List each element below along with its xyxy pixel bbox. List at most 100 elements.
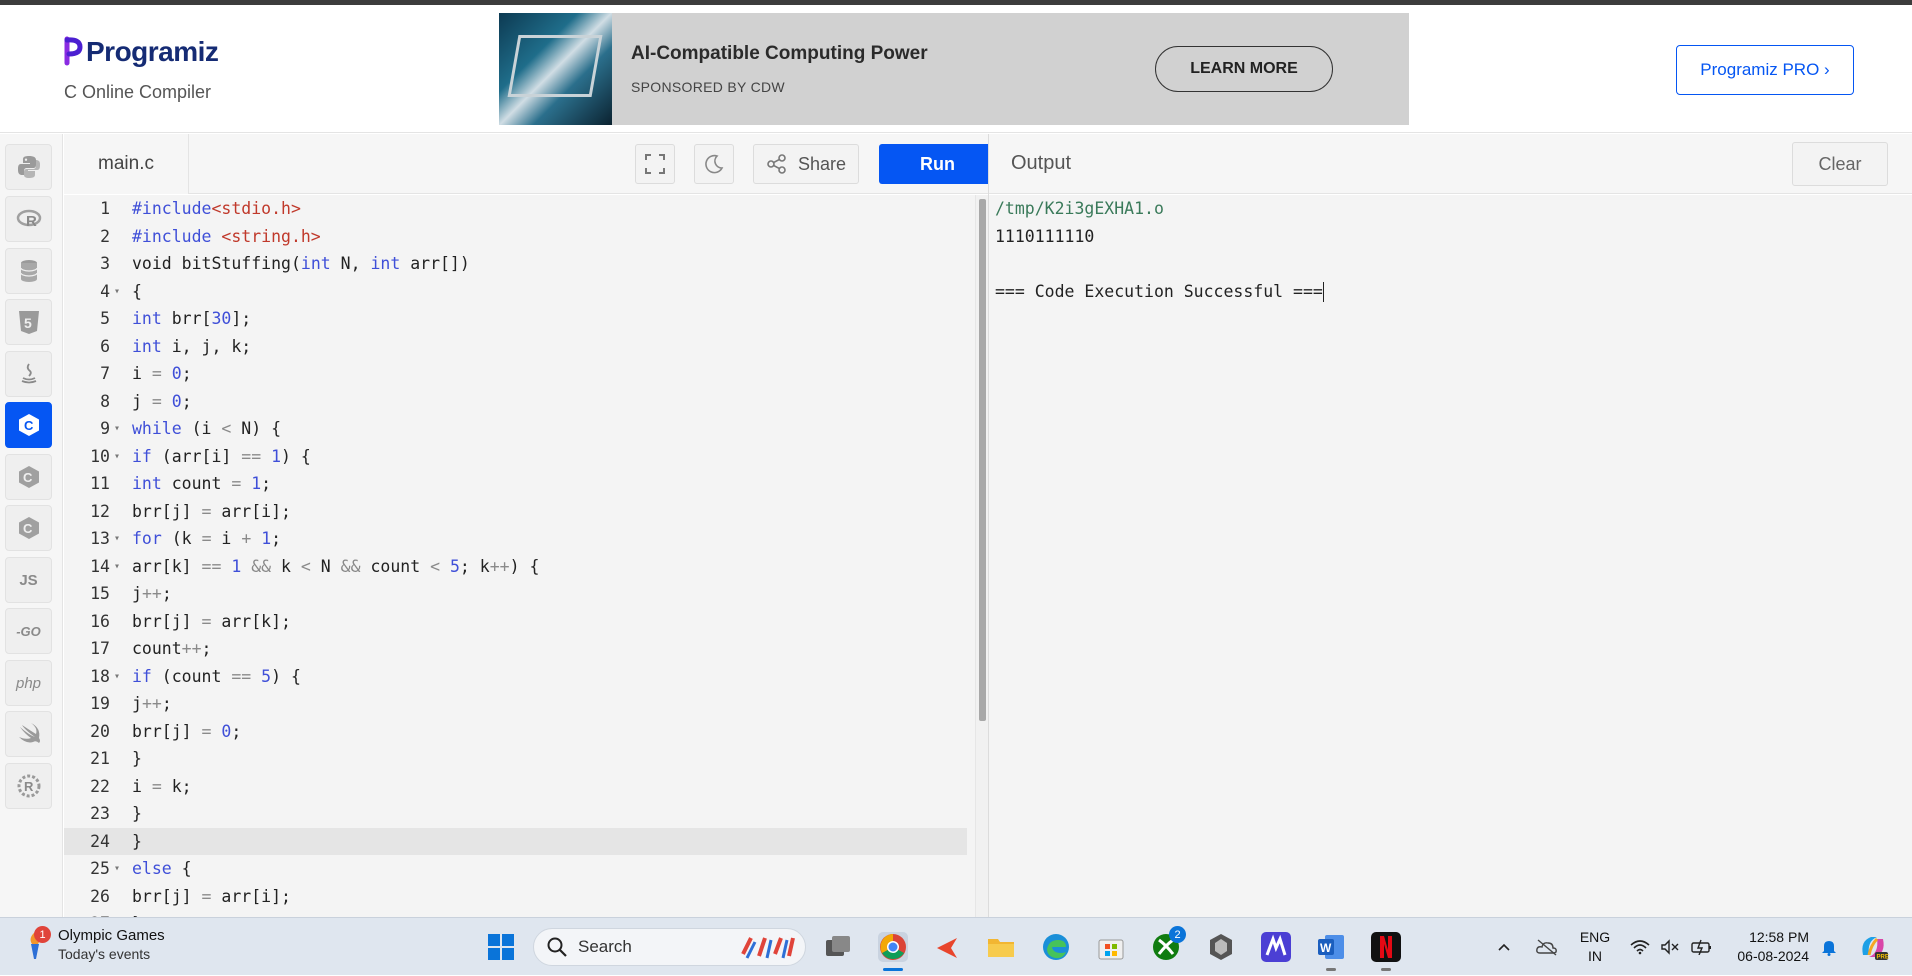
- xbox-button[interactable]: 2: [1151, 926, 1186, 962]
- fold-arrow-icon[interactable]: ▾: [114, 443, 120, 471]
- file-explorer-button[interactable]: [986, 932, 1016, 962]
- sidebar-item-r[interactable]: R: [5, 196, 52, 242]
- clear-button[interactable]: Clear: [1792, 142, 1888, 186]
- fold-arrow-icon[interactable]: ▾: [114, 553, 120, 581]
- cpp-icon: C: [18, 466, 39, 488]
- chrome-taskbar-button[interactable]: [878, 932, 908, 962]
- code-line[interactable]: 4 ▾ {: [64, 278, 967, 306]
- code-line[interactable]: 20 brr[j] = 0;: [64, 718, 967, 746]
- code-line[interactable]: 12 brr[j] = arr[i];: [64, 498, 967, 526]
- code-line[interactable]: 25 ▾ else {: [64, 855, 967, 883]
- go-icon: -GO: [16, 623, 41, 639]
- sidebar-item-go[interactable]: -GO: [5, 608, 52, 654]
- code-text: void bitStuffing(int N, int arr[]): [132, 254, 470, 273]
- battery-charging-icon: [1691, 939, 1711, 955]
- sidebar-item-html[interactable]: 5: [5, 299, 52, 345]
- sidebar-item-c[interactable]: C: [5, 402, 52, 448]
- wifi-status[interactable]: [1630, 918, 1650, 976]
- sidebar-item-python[interactable]: [5, 144, 52, 190]
- code-line[interactable]: 18 ▾ if (count == 5) {: [64, 663, 967, 691]
- code-editor[interactable]: 1 #include<stdio.h> 2 #include <string.h> 3 v…: [64, 195, 988, 917]
- code-line[interactable]: 7 i = 0;: [64, 360, 967, 388]
- code-line[interactable]: 8 j = 0;: [64, 388, 967, 416]
- output-status-line: === Code Execution Successful ===: [995, 278, 1912, 306]
- line-number: 19: [90, 694, 110, 713]
- code-line[interactable]: 26 brr[j] = arr[i];: [64, 883, 967, 911]
- edge-button[interactable]: [1041, 932, 1071, 962]
- code-line[interactable]: 5 int brr[30];: [64, 305, 967, 333]
- start-button[interactable]: [486, 932, 516, 962]
- editor-scrollbar[interactable]: [975, 195, 988, 917]
- region-code: IN: [1588, 948, 1602, 964]
- notifications-button[interactable]: [1820, 918, 1838, 976]
- sidebar-item-csharp[interactable]: C: [5, 505, 52, 551]
- code-text: j = 0;: [132, 391, 192, 411]
- code-line[interactable]: 2 #include <string.h>: [64, 223, 967, 251]
- sidebar-item-swift[interactable]: [5, 711, 52, 757]
- folder-icon: [988, 939, 1014, 957]
- app-hex-button[interactable]: [1206, 932, 1236, 962]
- sidebar-item-rust[interactable]: R: [5, 763, 52, 809]
- code-line[interactable]: 11 int count = 1;: [64, 470, 967, 498]
- database-icon: [19, 260, 38, 282]
- fold-arrow-icon[interactable]: ▾: [114, 415, 120, 443]
- code-line[interactable]: 24}: [64, 827, 967, 855]
- code-line[interactable]: 16 brr[j] = arr[k];: [64, 608, 967, 636]
- code-line[interactable]: 10 ▾ if (arr[i] == 1) {: [64, 443, 967, 471]
- code-line[interactable]: 3 void bitStuffing(int N, int arr[]): [64, 250, 967, 278]
- onedrive-button[interactable]: [1535, 918, 1559, 976]
- code-line[interactable]: 27}: [64, 910, 967, 917]
- taskbar-search[interactable]: Search: [533, 928, 806, 966]
- sidebar-item-cpp[interactable]: C: [5, 454, 52, 500]
- app-m-button[interactable]: [1261, 932, 1291, 962]
- fullscreen-button[interactable]: [635, 144, 675, 184]
- sidebar-item-sql[interactable]: [5, 248, 52, 294]
- fold-arrow-icon[interactable]: ▾: [114, 663, 120, 691]
- copilot-button[interactable]: PRE: [1857, 918, 1889, 976]
- programiz-pro-button[interactable]: Programiz PRO ›: [1676, 45, 1854, 95]
- code-line[interactable]: 9 ▾ while (i < N) {: [64, 415, 967, 443]
- input-language-indicator[interactable]: ENG IN: [1575, 928, 1615, 966]
- learn-more-button[interactable]: LEARN MORE: [1155, 46, 1333, 92]
- news-widget[interactable]: 1 Olympic Games Today's events: [20, 926, 165, 964]
- line-number: 9: [100, 419, 110, 438]
- code-line[interactable]: 19 j++;: [64, 690, 967, 718]
- run-button[interactable]: Run: [879, 144, 996, 184]
- code-line[interactable]: 21}: [64, 745, 967, 773]
- output-console[interactable]: /tmp/K2i3gEXHA1.o 1110111110 === Code Ex…: [989, 195, 1912, 917]
- sidebar-item-php[interactable]: php: [5, 660, 52, 706]
- programiz-logo[interactable]: Programiz: [64, 35, 219, 69]
- share-button[interactable]: Share: [753, 144, 859, 184]
- code-line[interactable]: 22 i = k;: [64, 773, 967, 801]
- share-icon: [767, 154, 786, 174]
- dark-mode-button[interactable]: [694, 144, 734, 184]
- ad-banner[interactable]: AI-Compatible Computing Power SPONSORED …: [499, 13, 1409, 125]
- fold-arrow-icon[interactable]: ▾: [114, 525, 120, 553]
- java-icon: [21, 363, 36, 384]
- microsoft-store-button[interactable]: [1096, 932, 1126, 962]
- code-line[interactable]: 14 ▾ arr[k] == 1 && k < N && count < 5; k+…: [64, 553, 967, 581]
- task-view-button[interactable]: [823, 932, 853, 962]
- tab-main-c[interactable]: main.c: [64, 134, 189, 194]
- code-line[interactable]: 6 int i, j, k;: [64, 333, 967, 361]
- sidebar-item-javascript[interactable]: JS: [5, 557, 52, 603]
- volume-status[interactable]: [1660, 918, 1680, 976]
- code-line[interactable]: 1 #include<stdio.h>: [64, 195, 967, 223]
- system-clock[interactable]: 12:58 PM 06-08-2024: [1729, 928, 1809, 966]
- code-text: while (i < N) {: [132, 419, 282, 438]
- code-line[interactable]: 15 j++;: [64, 580, 967, 608]
- fold-arrow-icon[interactable]: ▾: [114, 278, 120, 306]
- code-line[interactable]: 23}: [64, 800, 967, 828]
- code-line[interactable]: 13 ▾ for (k = i + 1;: [64, 525, 967, 553]
- show-hidden-icons-button[interactable]: [1496, 918, 1512, 976]
- app-taskbar-button[interactable]: [933, 932, 963, 962]
- battery-status[interactable]: [1691, 918, 1713, 976]
- svg-text:5: 5: [24, 315, 32, 331]
- fold-arrow-icon[interactable]: ▾: [114, 855, 120, 883]
- netflix-button[interactable]: [1371, 932, 1401, 962]
- code-line[interactable]: 17 count++;: [64, 635, 967, 663]
- sidebar-item-java[interactable]: [5, 351, 52, 397]
- word-button[interactable]: W: [1316, 932, 1346, 962]
- editor-scrollbar-thumb[interactable]: [979, 199, 986, 721]
- code-text: i = k;: [132, 776, 192, 796]
